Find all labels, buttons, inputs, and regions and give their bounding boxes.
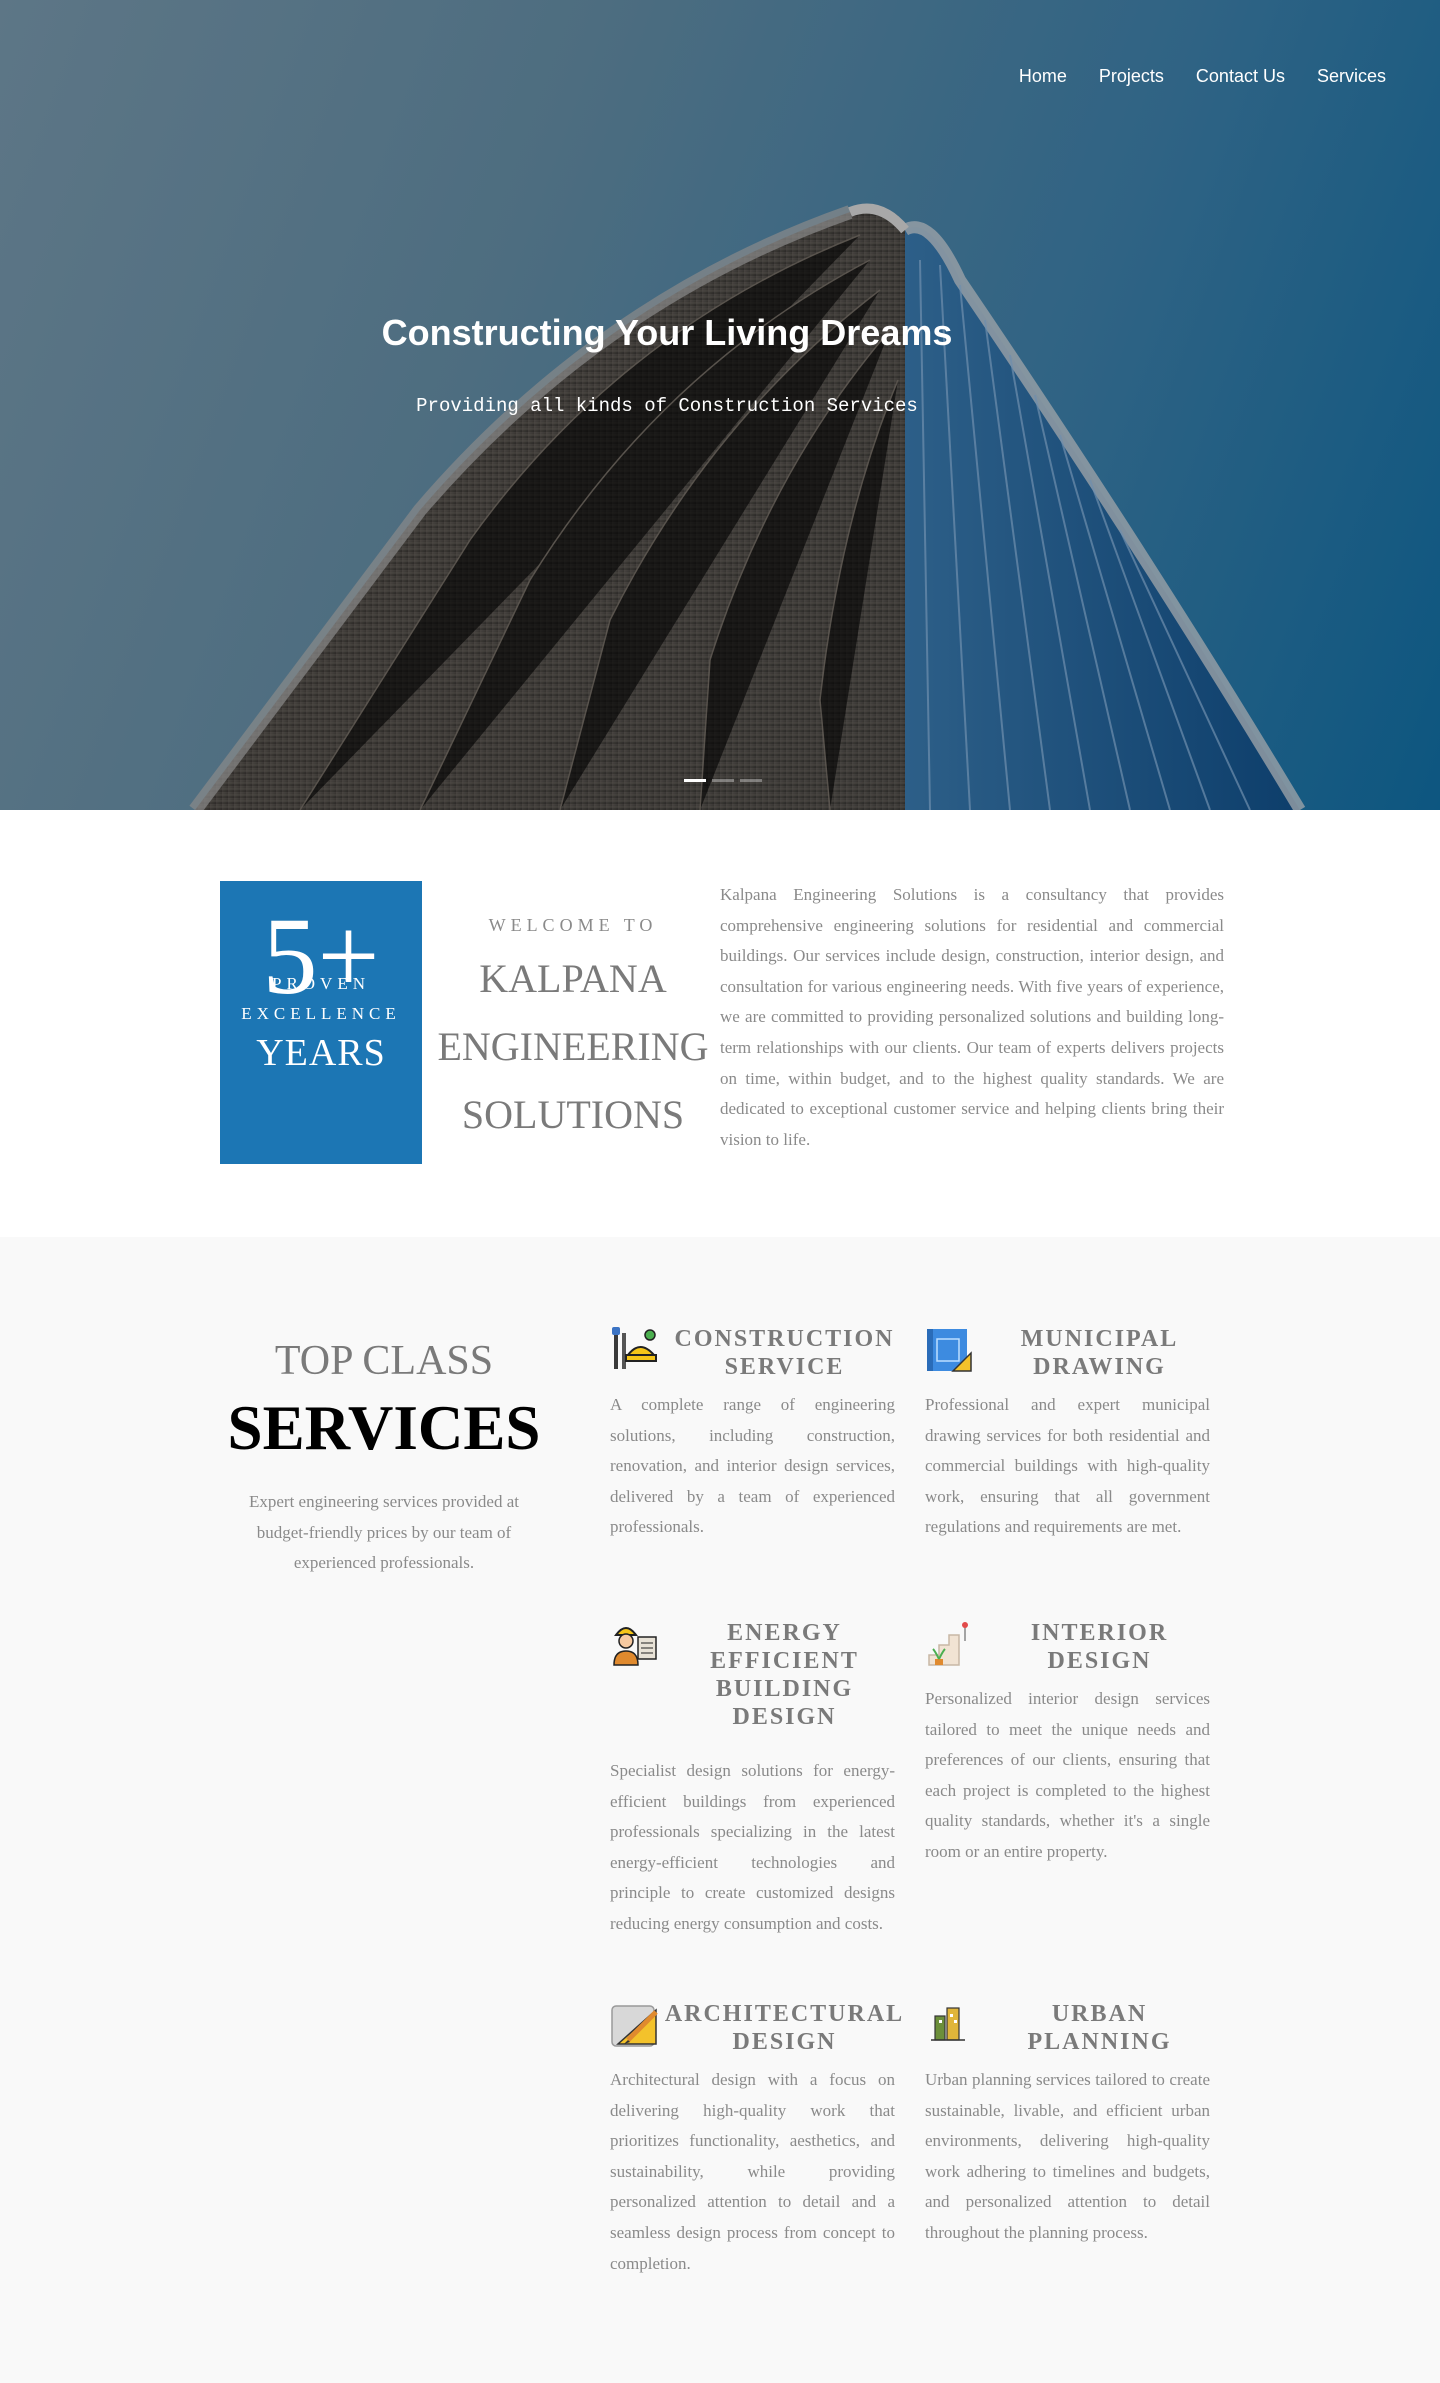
service-title: URBAN PLANNING: [1027, 2001, 1172, 2055]
services-kicker: TOP CLASS: [274, 1338, 494, 1384]
slider-indicators: [684, 779, 762, 782]
nav-contact-link[interactable]: Contact Us: [1196, 66, 1285, 87]
hero-title: Constructing Your Living Dreams: [381, 312, 953, 353]
service-title: CONSTRUCTION SERVICE: [674, 1326, 895, 1380]
nav-services-link[interactable]: Services: [1317, 66, 1386, 87]
slider-dot-1[interactable]: [684, 779, 706, 782]
service-description: Personalized interior design services ta…: [925, 1689, 1210, 1861]
company-name-line2: ENGINEERING: [437, 1024, 709, 1069]
service-card-interior: INTERIOR DESIGN Personalized interior de…: [925, 1619, 1210, 1861]
main-nav: Home Projects Contact Us Services: [1019, 66, 1386, 87]
company-name: KALPANA ENGINEERING SOLUTIONS: [432, 945, 714, 1149]
slider-dot-2[interactable]: [712, 779, 734, 782]
service-description: Architectural design with a focus on del…: [610, 2070, 895, 2273]
service-card-urban: URBAN PLANNING Urban planning services t…: [925, 2000, 1210, 2242]
welcome-label: WELCOME TO: [488, 915, 658, 935]
hero-section: Home Projects Contact Us Services Constr…: [0, 0, 1440, 810]
city-buildings-icon: [931, 2007, 965, 2041]
services-description: Expert engineering services provided at …: [248, 1492, 519, 1573]
service-title: ARCHITECTURAL DESIGN: [664, 2001, 905, 2055]
company-name-line1: KALPANA: [479, 956, 667, 1001]
about-description: Kalpana Engineering Solutions is a consu…: [720, 885, 1224, 1149]
years-tagline: PROVEN EXCELLENCE: [220, 969, 422, 1029]
hero-subtitle: Providing all kinds of Construction Serv…: [416, 395, 918, 417]
years-badge: 5+ YEARS PROVEN EXCELLENCE: [220, 881, 422, 1164]
ruler-pencil-icon: [611, 2005, 658, 2047]
service-card-municipal: MUNICIPAL DRAWING Professional and exper…: [925, 1325, 1210, 1536]
construction-tools-icon: [612, 1327, 657, 1369]
service-card-energy: ENERGY EFFICIENT BUILDING DESIGN Special…: [610, 1619, 895, 1933]
services-section: TOP CLASS SERVICES Expert engineering se…: [0, 1237, 1440, 2383]
years-tagline-line1: PROVEN: [271, 974, 370, 993]
service-card-architectural: ARCHITECTURAL DESIGN Architectural desig…: [610, 2000, 902, 2273]
service-card-construction: CONSTRUCTION SERVICE A complete range of…: [610, 1325, 895, 1536]
services-heading: SERVICES: [227, 1393, 541, 1463]
service-description: A complete range of engineering solution…: [610, 1395, 895, 1537]
blueprint-icon: [927, 1329, 972, 1372]
service-title: MUNICIPAL DRAWING: [1020, 1326, 1179, 1380]
slider-dot-3[interactable]: [740, 779, 762, 782]
nav-projects-link[interactable]: Projects: [1099, 66, 1164, 87]
service-description: Specialist design solutions for energy-e…: [610, 1761, 895, 1933]
interior-stairs-icon: [928, 1622, 968, 1666]
years-word: YEARS: [256, 1032, 386, 1074]
company-name-line3: SOLUTIONS: [461, 1092, 685, 1137]
engineer-icon: [613, 1627, 657, 1666]
service-description: Professional and expert municipal drawin…: [925, 1395, 1210, 1537]
service-title: INTERIOR DESIGN: [1030, 1620, 1169, 1674]
service-description: Urban planning services tailored to crea…: [925, 2070, 1210, 2242]
years-tagline-line2: EXCELLENCE: [241, 1004, 401, 1023]
service-title: ENERGY EFFICIENT BUILDING DESIGN: [710, 1620, 859, 1730]
nav-home-link[interactable]: Home: [1019, 66, 1067, 87]
about-section: 5+ YEARS PROVEN EXCELLENCE WELCOME TO KA…: [0, 810, 1440, 1237]
